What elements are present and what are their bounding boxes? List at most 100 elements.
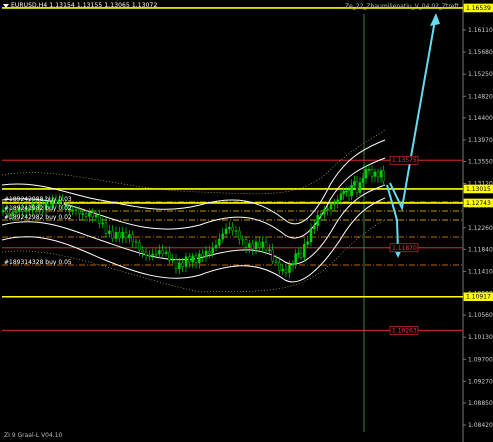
candle[interactable] — [258, 241, 261, 248]
candle[interactable] — [164, 251, 168, 254]
candle[interactable] — [141, 249, 144, 253]
candle[interactable] — [268, 249, 271, 251]
candle[interactable] — [281, 268, 284, 271]
candle[interactable] — [111, 230, 114, 239]
candle[interactable] — [151, 253, 154, 256]
candle[interactable] — [323, 209, 326, 215]
candle[interactable] — [198, 253, 201, 263]
candle[interactable] — [297, 252, 300, 255]
candle[interactable] — [214, 245, 218, 248]
candle[interactable] — [251, 243, 254, 250]
candle[interactable] — [244, 239, 248, 248]
candle[interactable] — [134, 241, 138, 243]
candle[interactable] — [353, 181, 356, 186]
candle[interactable] — [333, 202, 336, 205]
candle[interactable] — [121, 231, 124, 239]
candle[interactable] — [161, 250, 164, 254]
candle[interactable] — [316, 215, 319, 226]
candle[interactable] — [94, 214, 98, 218]
candle[interactable] — [148, 255, 151, 257]
candle[interactable] — [345, 190, 348, 192]
candle[interactable] — [158, 250, 161, 255]
candle[interactable] — [364, 169, 368, 179]
candle[interactable] — [221, 233, 224, 240]
chart-canvas[interactable]: 1.16110 1.15680 1.15250 1.14820 1.14400 1.139… — [0, 0, 493, 442]
candle[interactable] — [313, 225, 316, 230]
candle[interactable] — [191, 255, 194, 263]
candle[interactable] — [178, 262, 181, 270]
candle[interactable] — [264, 241, 268, 251]
candle[interactable] — [261, 241, 264, 248]
candle[interactable] — [299, 252, 303, 258]
order-label[interactable]: #189314328 buy 0.05 — [4, 259, 72, 266]
candle[interactable] — [104, 222, 108, 234]
candle[interactable] — [174, 259, 178, 270]
candle[interactable] — [303, 244, 306, 258]
candle[interactable] — [228, 227, 231, 230]
order-label[interactable]: #189242988 buy 0.03 — [4, 196, 72, 203]
candle[interactable] — [194, 255, 198, 263]
candle[interactable] — [204, 250, 208, 257]
candle[interactable] — [238, 230, 241, 240]
candle[interactable] — [367, 168, 371, 171]
candle[interactable] — [234, 230, 238, 232]
candle[interactable] — [355, 181, 359, 193]
candle[interactable] — [350, 184, 353, 197]
order-label[interactable]: #189242982 buy 0.02 — [4, 205, 72, 212]
candle[interactable] — [144, 251, 148, 256]
candle[interactable] — [171, 259, 174, 262]
candle[interactable] — [306, 241, 309, 245]
candle[interactable] — [373, 171, 377, 177]
candle[interactable] — [241, 238, 244, 241]
candle[interactable] — [382, 170, 385, 182]
candle[interactable] — [184, 256, 188, 267]
candle[interactable] — [98, 214, 101, 224]
candle[interactable] — [124, 231, 128, 239]
candle[interactable] — [347, 190, 351, 197]
candle[interactable] — [358, 182, 362, 193]
candle[interactable] — [254, 241, 258, 250]
candle[interactable] — [154, 253, 158, 256]
candle[interactable] — [376, 171, 380, 178]
candle[interactable] — [274, 260, 278, 263]
candle[interactable] — [114, 232, 118, 239]
candle[interactable] — [291, 263, 295, 266]
candle[interactable] — [342, 190, 345, 195]
candle[interactable] — [284, 268, 288, 273]
candle[interactable] — [84, 213, 88, 217]
order-label[interactable]: #189242982 buy 0.02 — [4, 214, 72, 221]
candle[interactable] — [168, 251, 171, 261]
candle[interactable] — [278, 262, 281, 271]
candle[interactable] — [118, 232, 121, 239]
candle[interactable] — [188, 256, 191, 263]
candle[interactable] — [208, 250, 211, 254]
candle[interactable] — [108, 230, 111, 234]
candle[interactable] — [201, 253, 204, 257]
candle[interactable] — [218, 238, 221, 246]
candle[interactable] — [370, 168, 374, 177]
candle[interactable] — [138, 242, 141, 251]
candle[interactable] — [336, 199, 339, 204]
candle[interactable] — [131, 234, 134, 242]
candle[interactable] — [91, 212, 94, 218]
candle[interactable] — [288, 265, 291, 273]
price-levels[interactable] — [2, 7, 463, 331]
candle[interactable] — [88, 212, 91, 217]
candle[interactable] — [339, 193, 343, 201]
candle[interactable] — [361, 177, 365, 183]
candle[interactable] — [294, 253, 297, 264]
candle[interactable] — [128, 234, 131, 239]
candle[interactable] — [231, 227, 234, 231]
candle[interactable] — [248, 243, 251, 248]
candle[interactable] — [101, 222, 104, 225]
candle[interactable] — [319, 213, 323, 216]
candle[interactable] — [74, 209, 78, 211]
candle[interactable] — [326, 208, 329, 211]
candle[interactable] — [379, 170, 383, 178]
candle[interactable] — [309, 228, 313, 243]
candle[interactable] — [78, 209, 81, 214]
projection-arrow[interactable] — [386, 13, 440, 258]
candle[interactable] — [271, 249, 274, 262]
candle[interactable] — [211, 247, 214, 254]
candle[interactable] — [329, 204, 333, 210]
